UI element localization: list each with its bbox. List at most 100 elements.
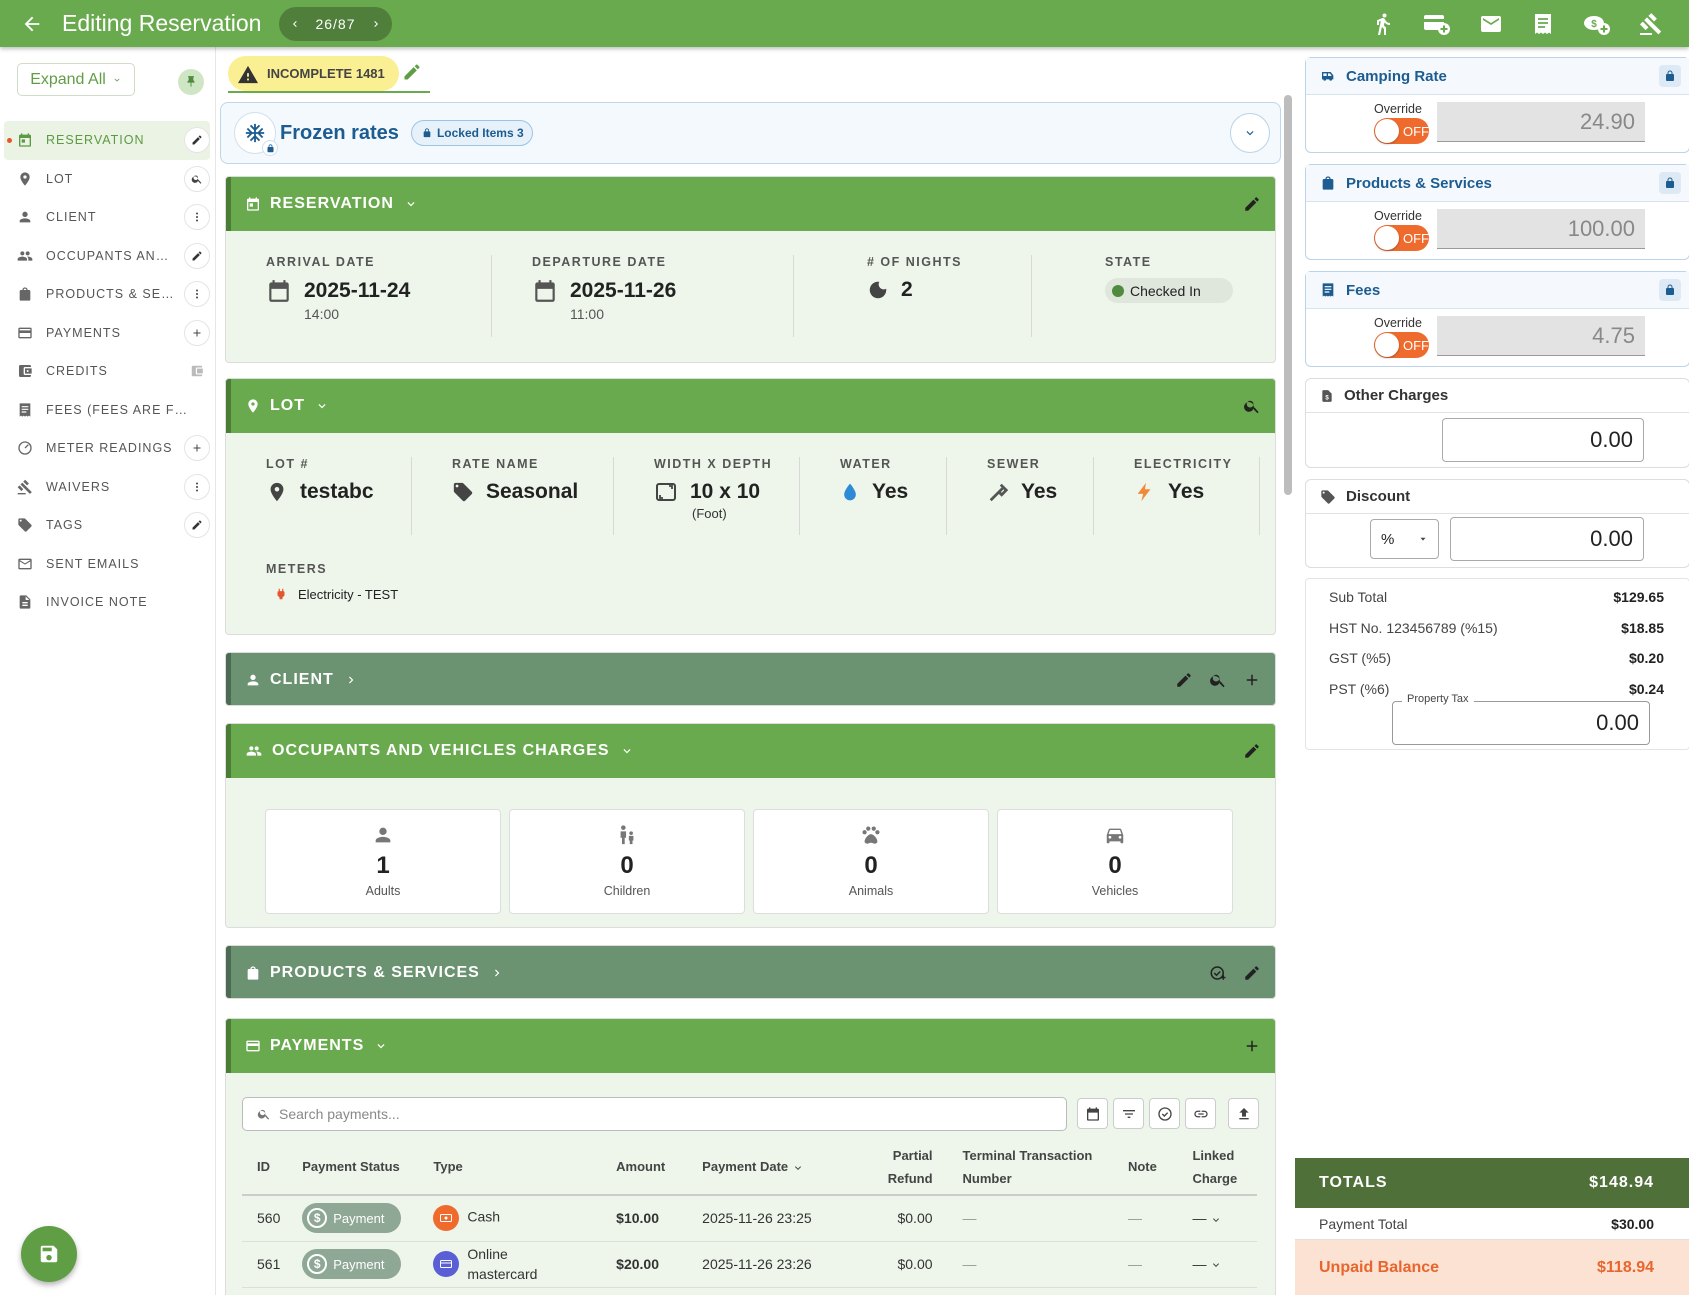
sidebar-item-client[interactable]: CLIENT [4, 198, 210, 237]
caret-down-icon [1420, 537, 1426, 541]
sidebar-item-occupants[interactable]: OCCUPANTS AND ... [4, 237, 210, 276]
linked-charge-cell[interactable]: — [1192, 1241, 1257, 1288]
payments-search-field[interactable]: Search payments... [242, 1097, 1067, 1131]
back-button[interactable] [10, 2, 54, 46]
lock-icon[interactable] [1659, 172, 1681, 194]
column-header-id[interactable]: ID [242, 1139, 303, 1196]
pencil-icon [1177, 673, 1191, 687]
column-header-terminal[interactable]: Terminal Transaction Number [950, 1139, 1128, 1196]
lock-icon[interactable] [1659, 65, 1681, 87]
send-email-button[interactable] [1479, 12, 1503, 36]
discount-input[interactable]: 0.00 [1450, 517, 1644, 561]
sidebar-item-waivers[interactable]: WAIVERS [4, 468, 210, 507]
sidebar-item-payments[interactable]: PAYMENTS [4, 314, 210, 353]
products-more-button[interactable] [184, 281, 210, 308]
search-client-button[interactable] [1209, 671, 1227, 689]
column-header-amount[interactable]: Amount [616, 1139, 703, 1196]
sidebar-item-credits[interactable]: CREDITS [4, 352, 210, 391]
sidebar-item-tags[interactable]: TAGS [4, 506, 210, 545]
main-scrollbar[interactable] [1284, 95, 1292, 495]
pin-sidebar-button[interactable] [178, 69, 204, 95]
reservation-section-header[interactable]: RESERVATION [226, 177, 1275, 231]
client-section-header[interactable]: CLIENT [226, 653, 1275, 705]
property-tax-input[interactable]: 0.00 [1392, 701, 1650, 745]
column-header-note[interactable]: Note [1127, 1139, 1193, 1196]
camping-rate-input[interactable]: 24.90 [1437, 102, 1645, 142]
search-lot-section-button[interactable] [1243, 397, 1261, 415]
add-credit-button[interactable]: $ [1583, 12, 1611, 36]
add-payment-button[interactable] [1423, 12, 1451, 36]
save-button[interactable] [21, 1226, 77, 1282]
expand-all-button[interactable]: Expand All [17, 63, 135, 96]
edit-occupants-section-button[interactable] [1243, 742, 1261, 760]
sidebar-item-lot[interactable]: LOT [4, 160, 210, 199]
products-services-input[interactable]: 100.00 [1437, 209, 1645, 249]
state-label: STATE [1105, 255, 1152, 269]
sidebar-item-reservation[interactable]: RESERVATION [4, 121, 210, 160]
check-in-button[interactable] [1371, 12, 1395, 36]
sidebar-item-sent-emails[interactable]: SENT EMAILS [4, 545, 210, 584]
payments-section-header[interactable]: PAYMENTS [226, 1019, 1275, 1073]
status-filter-button[interactable] [1149, 1098, 1180, 1129]
link-filter-button[interactable] [1185, 1098, 1216, 1129]
fees-override-toggle[interactable]: OFF [1374, 332, 1429, 358]
column-header-linked-charge[interactable]: Linked Charge [1192, 1139, 1257, 1196]
other-charges-card: $ Other Charges 0.00 [1305, 378, 1689, 468]
client-more-button[interactable] [184, 204, 210, 231]
sidebar-item-label: LOT [46, 171, 74, 186]
edit-status-button[interactable] [402, 62, 422, 82]
subtotal-row: Sub Total $129.65 [1329, 589, 1664, 605]
export-button[interactable] [1228, 1098, 1259, 1129]
column-header-date[interactable]: Payment Date [702, 1139, 870, 1196]
sidebar-item-invoice-note[interactable]: INVOICE NOTE [4, 583, 210, 622]
column-header-type[interactable]: Type [433, 1139, 617, 1196]
table-row[interactable]: 560 $ Payment Cash $10.00 2025-11-26 23:2… [242, 1195, 1257, 1242]
sidebar-item-products[interactable]: PRODUCTS & SER... [4, 275, 210, 314]
edit-reservation-button[interactable] [184, 127, 210, 154]
manage-products-button[interactable] [1209, 964, 1227, 982]
column-header-status[interactable]: Payment Status [302, 1139, 434, 1196]
edit-occupants-button[interactable] [184, 242, 210, 269]
expand-all-label: Expand All [30, 70, 106, 88]
products-override-toggle[interactable]: OFF [1374, 225, 1429, 251]
occupants-section-header[interactable]: OCCUPANTS AND VEHICLES CHARGES [226, 724, 1275, 778]
camping-override-toggle[interactable]: OFF [1374, 118, 1429, 144]
search-lot-button[interactable] [184, 165, 210, 192]
frozen-rates-expand-button[interactable] [1230, 113, 1270, 153]
vehicles-count: 0 [1108, 852, 1122, 879]
date-filter-button[interactable] [1077, 1098, 1108, 1129]
lock-icon[interactable] [1659, 279, 1681, 301]
edit-tags-button[interactable] [184, 512, 210, 539]
size-label: WIDTH X DEPTH [654, 457, 773, 471]
column-header-partial-refund[interactable]: Partial Refund [869, 1139, 951, 1196]
edit-reservation-section-button[interactable] [1243, 195, 1261, 213]
add-client-button[interactable] [1243, 671, 1261, 689]
linked-charge-cell[interactable]: — [1192, 1195, 1257, 1242]
sidebar-item-meter-readings[interactable]: METER READINGS [4, 429, 210, 468]
table-row[interactable]: 561 $ Payment Online mastercard $20.00 20… [242, 1241, 1257, 1288]
fees-input[interactable]: 4.75 [1437, 316, 1645, 356]
plus-icon [1246, 674, 1258, 686]
discount-unit-select[interactable]: % [1370, 519, 1439, 559]
reservation-section: RESERVATION ARRIVAL DATE 2025-11-24 14:0… [225, 176, 1276, 363]
edit-client-button[interactable] [1175, 671, 1193, 689]
receipt-icon [1535, 13, 1551, 34]
credits-wallet-button[interactable] [184, 358, 210, 385]
add-meter-reading-button[interactable] [184, 435, 210, 462]
sidebar-item-fees[interactable]: FEES (FEES ARE FROZE... [4, 391, 210, 430]
next-record-button[interactable] [370, 18, 382, 30]
sidebar-item-label: TAGS [46, 518, 84, 533]
waivers-more-button[interactable] [184, 473, 210, 500]
previous-record-button[interactable] [289, 18, 301, 30]
edit-products-button[interactable] [1243, 964, 1261, 982]
products-section-header[interactable]: PRODUCTS & SERVICES [226, 946, 1275, 998]
waiver-button[interactable] [1639, 12, 1663, 36]
other-charges-input[interactable]: 0.00 [1442, 418, 1644, 462]
lot-section-header[interactable]: LOT [226, 379, 1275, 433]
invoice-button[interactable] [1531, 12, 1555, 36]
nights-label: # OF NIGHTS [867, 255, 962, 269]
add-payment-sidebar-button[interactable] [184, 319, 210, 346]
sewer-value: Yes [1021, 480, 1058, 503]
filter-button[interactable] [1113, 1098, 1144, 1129]
add-payment-section-button[interactable] [1243, 1037, 1261, 1055]
